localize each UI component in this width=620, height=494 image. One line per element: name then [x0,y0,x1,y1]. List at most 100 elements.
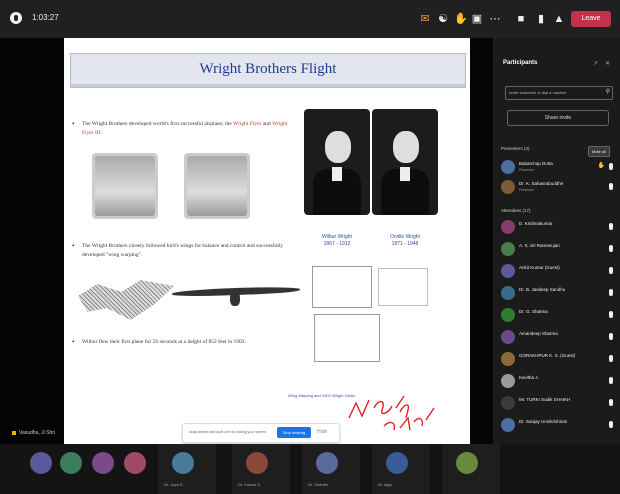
raise-hand-icon[interactable]: ✋ [454,12,468,26]
participant-row[interactable]: Dr. G. Sharma [501,306,615,328]
participant-row[interactable]: Mr. TURKI Sudik SHAIKH [501,394,615,416]
wilbur-years: 1867 - 1912 [323,241,351,247]
participants-panel: Participants ↗ ✕ Invite someone or dial … [493,38,620,444]
mic-icon[interactable] [609,223,613,230]
mic-icon[interactable] [609,245,613,252]
more-icon[interactable]: ⋯ [488,12,502,26]
mic-icon[interactable]: ▮ [534,12,548,26]
participant-avatar[interactable] [124,452,146,474]
participant-row[interactable]: Dr. K. Sahasrabuddhe Presenter [501,178,615,200]
bullet-1: The Wright Brothers developed world's fi… [72,120,297,138]
invite-search-input[interactable]: Invite someone or dial a number ⚲ [505,86,613,100]
avatar [501,264,515,278]
participant-avatar[interactable] [172,452,194,474]
participant-name: Dr. G. Sharma [519,309,548,314]
participant-name: Mr. TURKI Sudik SHAIKH [519,397,571,402]
participant-row[interactable]: Ankit Kumar (Guest) [501,262,615,284]
participant-name: Dr. Sanjay Unnikrishnan [519,419,568,424]
close-icon[interactable]: ✕ [605,60,610,67]
participant-name: GORAKHPUR K. S. (Guest) [519,353,576,358]
share-invite-button[interactable]: Share invite [507,110,609,126]
chat-icon[interactable]: ✉ [418,12,432,26]
screen-share-bar: sanju.teams.microsoft.com is sharing you… [182,423,340,443]
bird-drawing [378,268,428,306]
avatar [501,396,515,410]
presenter-label: Vasudha, Ji Shri [12,430,55,436]
attendees-group-label[interactable]: Attendees (17) [501,208,531,213]
presenters-group-label[interactable]: Presenters (2) [501,146,530,151]
participant-avatar[interactable] [60,452,82,474]
glider-drawing-2 [314,314,380,362]
mic-icon[interactable] [609,333,613,340]
orville-years: 1871 - 1948 [391,241,419,247]
participant-avatar[interactable] [386,452,408,474]
avatar [501,352,515,366]
popout-icon[interactable]: ↗ [593,60,598,67]
avatar [501,308,515,322]
meeting-timer: 1:03:27 [32,13,59,22]
participant-row[interactable]: Kavitha J. [501,372,615,394]
avatar [501,330,515,344]
participant-avatar[interactable] [316,452,338,474]
participant-row[interactable]: GORAKHPUR K. S. (Guest) [501,350,615,372]
avatar [501,180,515,194]
wilbur-name-text: Wilbur Wright [322,234,352,240]
wilbur-name: Wilbur Wright 1867 - 1912 [304,234,370,248]
flyer-photo-1 [92,153,158,219]
slide-title: Wright Brothers Flight [199,61,337,77]
orville-name-text: Orville Wright [390,234,420,240]
bullet-3: Wilbur flew their first plane for 59 sec… [72,338,297,347]
people-icon[interactable]: ☯ [436,12,450,26]
tile-label: Dr. Jaya S. [164,482,184,487]
mic-icon[interactable] [609,311,613,318]
participant-name: Dr. K. Sahasrabuddhe [519,181,564,186]
participant-avatar[interactable] [246,452,268,474]
view-icon[interactable]: ▣ [470,12,484,26]
mic-icon[interactable] [609,355,613,362]
participant-avatar[interactable] [92,452,114,474]
bullet-2: The Wright Brothers closely followed bir… [72,242,297,260]
participant-name: Kavitha J. [519,375,539,380]
participant-avatar[interactable] [456,452,478,474]
participant-row[interactable]: Amandeep Sharma [501,328,615,350]
handwriting-annotation [348,395,435,431]
mute-all-button[interactable]: Mute all [588,146,610,157]
camera-icon[interactable]: ■ [514,12,528,26]
mic-icon[interactable] [609,183,613,190]
hide-share-bar-button[interactable]: Hide [317,429,327,435]
participant-name: A. S. Sri Ramanujan [519,243,560,248]
leave-button[interactable]: Leave [571,11,611,27]
participant-name: Amandeep Sharma [519,331,558,336]
mic-icon[interactable] [609,421,613,428]
participant-row[interactable]: D. Krishnakumar [501,218,615,240]
mic-icon[interactable] [609,163,613,170]
mic-icon[interactable] [609,399,613,406]
participant-row[interactable]: Dr. Sanjay Unnikrishnan [501,416,615,438]
shared-slide: Wright Brothers Flight The Wright Brothe… [64,38,470,444]
bullet-1-and: and [261,121,272,127]
tile-label: Dr. Ajay [378,482,392,487]
avatar [501,286,515,300]
participant-row[interactable]: Dr. B. Jasdeep Sandhu [501,284,615,306]
participant-row[interactable]: A. S. Sri Ramanujan [501,240,615,262]
mic-icon[interactable] [609,289,613,296]
bullet-1-text: The Wright Brothers developed world's fi… [82,121,234,127]
avatar [501,220,515,234]
avatar [501,418,515,432]
video-strip: Dr. Jaya S. Dr. Kumar S. Dr. Shanthi Dr. Aj… [0,444,620,494]
mic-icon[interactable] [609,377,613,384]
share-bar-text: sanju.teams.microsoft.com is sharing you… [189,430,266,434]
participant-row[interactable]: Babarchap Dutta Presenter ✋ [501,158,615,180]
orville-portrait [372,109,438,215]
panel-title: Participants [503,60,538,66]
stop-sharing-button[interactable]: Stop sharing [277,427,311,438]
participant-role: Presenter [519,168,535,172]
orville-name: Orville Wright 1871 - 1948 [372,234,438,248]
mic-icon[interactable] [609,267,613,274]
search-icon: ⚲ [605,89,610,95]
avatar [501,242,515,256]
participant-avatar[interactable] [30,452,52,474]
share-icon[interactable]: ▲ [552,12,566,26]
participant-name: Ankit Kumar (Guest) [519,265,560,270]
stage-left-margin [0,38,64,444]
